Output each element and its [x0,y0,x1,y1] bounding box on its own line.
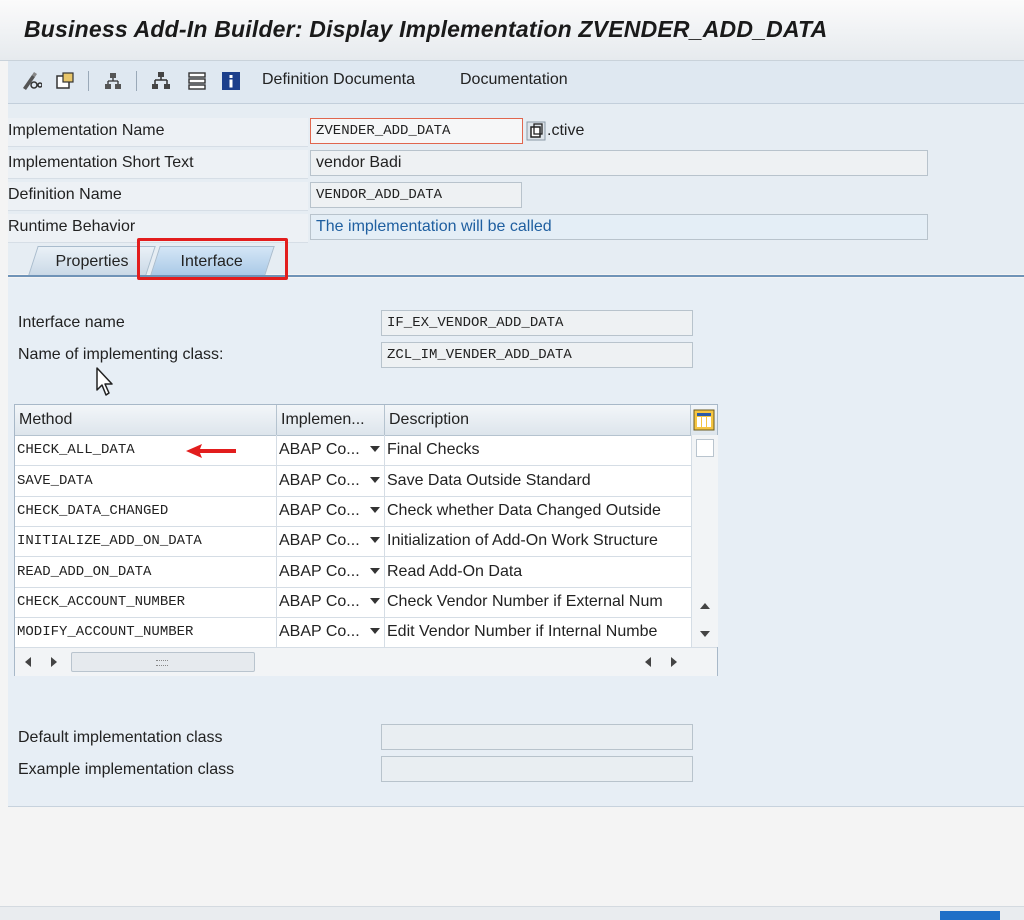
table-row[interactable]: CHECK_DATA_CHANGED ABAP Co... Check whet… [15,496,691,527]
application-toolbar: Definition Documenta Documentation [8,61,1024,104]
toolbar-separator [136,71,137,91]
impl-value: ABAP Co... [279,441,360,458]
method-cell: CHECK_DATA_CHANGED [15,496,277,526]
hierarchy-icon[interactable] [102,70,124,92]
documentation-button[interactable]: Documentation [460,71,568,89]
highlight-annotation [137,238,288,280]
scroll-thumb[interactable] [696,439,714,457]
column-header-description[interactable]: Description [385,405,691,435]
impl-cell[interactable]: ABAP Co... [277,617,385,647]
pencil-glasses-icon[interactable] [20,70,42,92]
impl-cell[interactable]: ABAP Co... [277,496,385,526]
scroll-right-icon[interactable] [671,657,677,667]
definition-name-field[interactable]: VENDOR_ADD_DATA [310,182,522,208]
description-cell: Check whether Data Changed Outside [387,502,661,519]
impl-cell[interactable]: ABAP Co... [277,526,385,556]
impl-value: ABAP Co... [279,623,360,640]
impl-value: ABAP Co... [279,472,360,489]
impl-name-label: Implementation Name [8,122,165,139]
stack-icon[interactable] [186,70,208,92]
definition-documentation-button[interactable]: Definition Documenta [262,71,415,89]
mouse-cursor-icon [96,367,113,396]
table-row[interactable]: INITIALIZE_ADD_ON_DATA ABAP Co... Initia… [15,526,691,557]
method-cell: CHECK_ACCOUNT_NUMBER [15,587,277,617]
table-row[interactable]: CHECK_ACCOUNT_NUMBER ABAP Co... Check Ve… [15,587,691,618]
scroll-right-icon[interactable] [51,657,57,667]
description-cell: Save Data Outside Standard [387,472,591,489]
impl-cell[interactable]: ABAP Co... [277,435,385,465]
description-cell: Final Checks [387,441,480,458]
description-cell: Check Vendor Number if External Num [387,593,663,610]
grip-icon [156,660,168,666]
method-cell: READ_ADD_ON_DATA [15,557,277,587]
annotation-arrow-icon [186,444,236,458]
table-row[interactable]: MODIFY_ACCOUNT_NUMBER ABAP Co... Edit Ve… [15,617,691,648]
column-header-method[interactable]: Method [15,405,277,435]
vertical-scrollbar[interactable] [691,435,718,647]
column-header-implementation[interactable]: Implemen... [277,405,385,435]
methods-table: Method Implemen... Description CHECK_ALL… [14,404,718,676]
active-status: .ctive [547,122,585,139]
scroll-down-icon[interactable] [700,631,710,637]
impl-value: ABAP Co... [279,563,360,580]
scroll-left-icon[interactable] [25,657,31,667]
other-object-icon[interactable] [54,70,76,92]
horizontal-scrollbar[interactable] [15,647,717,676]
title-bar: Business Add-In Builder: Display Impleme… [0,0,1024,61]
impl-cell[interactable]: ABAP Co... [277,557,385,587]
chevron-down-icon[interactable] [370,568,380,574]
chevron-down-icon[interactable] [370,628,380,634]
scroll-thumb[interactable] [71,652,255,672]
method-cell: SAVE_DATA [15,466,277,496]
table-row[interactable]: CHECK_ALL_DATA ABAP Co... Final Checks [15,435,691,466]
copy-icon[interactable] [526,121,546,141]
impl-cell[interactable]: ABAP Co... [277,466,385,496]
impl-name-field[interactable]: ZVENDER_ADD_DATA [310,118,523,144]
example-implementation-label: Example implementation class [18,761,235,778]
window-title: Business Add-In Builder: Display Impleme… [24,16,828,42]
tree-icon[interactable] [150,70,172,92]
chevron-down-icon[interactable] [370,507,380,513]
method-cell: INITIALIZE_ADD_ON_DATA [15,526,277,556]
method-cell: MODIFY_ACCOUNT_NUMBER [15,617,277,647]
table-row[interactable]: SAVE_DATA ABAP Co... Save Data Outside S… [15,466,691,497]
description-cell: Initialization of Add-On Work Structure [387,532,658,549]
chevron-down-icon[interactable] [370,598,380,604]
impl-value: ABAP Co... [279,593,360,610]
table-header: Method Implemen... Description [15,405,717,436]
info-icon[interactable] [220,70,242,92]
table-settings-icon[interactable] [693,409,715,431]
implementing-class-label: Name of implementing class: [18,346,224,363]
tab-properties-label: Properties [55,253,129,270]
scroll-up-icon[interactable] [700,603,710,609]
description-cell: Edit Vendor Number if Internal Numbe [387,623,658,640]
description-cell: Read Add-On Data [387,563,523,580]
default-implementation-label: Default implementation class [18,729,223,746]
interface-name-field[interactable]: IF_EX_VENDOR_ADD_DATA [381,310,693,336]
short-text-field[interactable]: vendor Badi [310,150,928,176]
definition-name-label: Definition Name [8,186,122,203]
chevron-down-icon[interactable] [370,446,380,452]
implementing-class-field[interactable]: ZCL_IM_VENDER_ADD_DATA [381,342,693,368]
runtime-behavior-label: Runtime Behavior [8,218,136,235]
chevron-down-icon[interactable] [370,477,380,483]
runtime-behavior-field[interactable]: The implementation will be called [310,214,928,240]
chevron-down-icon[interactable] [370,537,380,543]
impl-value: ABAP Co... [279,502,360,519]
impl-value: ABAP Co... [279,532,360,549]
interface-name-label: Interface name [18,314,125,331]
toolbar-separator [88,71,89,91]
example-implementation-field[interactable] [381,756,693,782]
scroll-left-icon[interactable] [645,657,651,667]
short-text-label: Implementation Short Text [8,154,194,171]
table-row[interactable]: READ_ADD_ON_DATA ABAP Co... Read Add-On … [15,557,691,588]
impl-cell[interactable]: ABAP Co... [277,587,385,617]
status-bar [0,906,1024,920]
default-implementation-field[interactable] [381,724,693,750]
